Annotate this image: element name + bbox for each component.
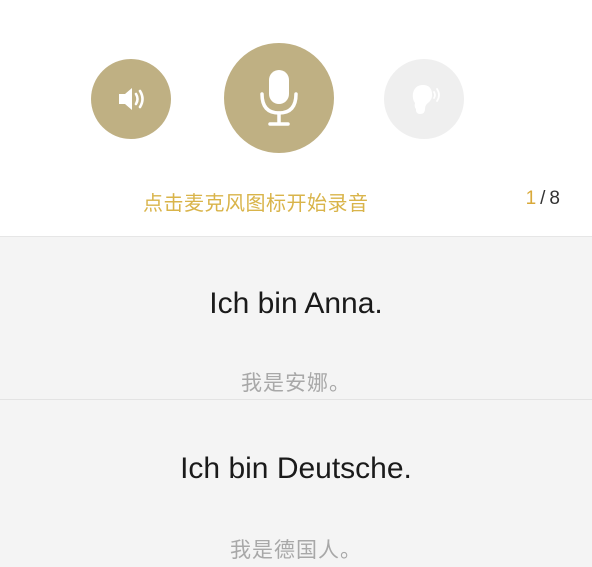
- chinese-translation: 我是德国人。: [230, 538, 362, 562]
- recording-controls-panel: 点击麦克风图标开始录音 1/8: [0, 0, 592, 236]
- microphone-icon: [260, 70, 298, 126]
- german-sentence: Ich bin Anna.: [209, 287, 383, 320]
- play-audio-button[interactable]: [91, 59, 171, 139]
- chinese-translation: 我是安娜。: [241, 371, 351, 395]
- sentence-list: Ich bin Anna. 我是安娜。 Ich bin Deutsche. 我是…: [0, 236, 592, 567]
- progress-current: 1: [525, 188, 537, 209]
- ear-listen-icon: [412, 85, 440, 114]
- record-microphone-button[interactable]: [224, 43, 334, 153]
- sentence-card[interactable]: Ich bin Deutsche. 我是德国人。: [0, 400, 592, 567]
- speaker-volume-icon: [119, 88, 144, 110]
- progress-separator: /: [540, 188, 546, 209]
- playback-recording-button[interactable]: [384, 59, 464, 139]
- progress-total: 8: [549, 188, 560, 209]
- german-sentence: Ich bin Deutsche.: [180, 452, 412, 485]
- sentence-progress: 1/8: [526, 188, 560, 210]
- record-hint-text: 点击麦克风图标开始录音: [143, 191, 369, 215]
- sentence-card[interactable]: Ich bin Anna. 我是安娜。: [0, 237, 592, 400]
